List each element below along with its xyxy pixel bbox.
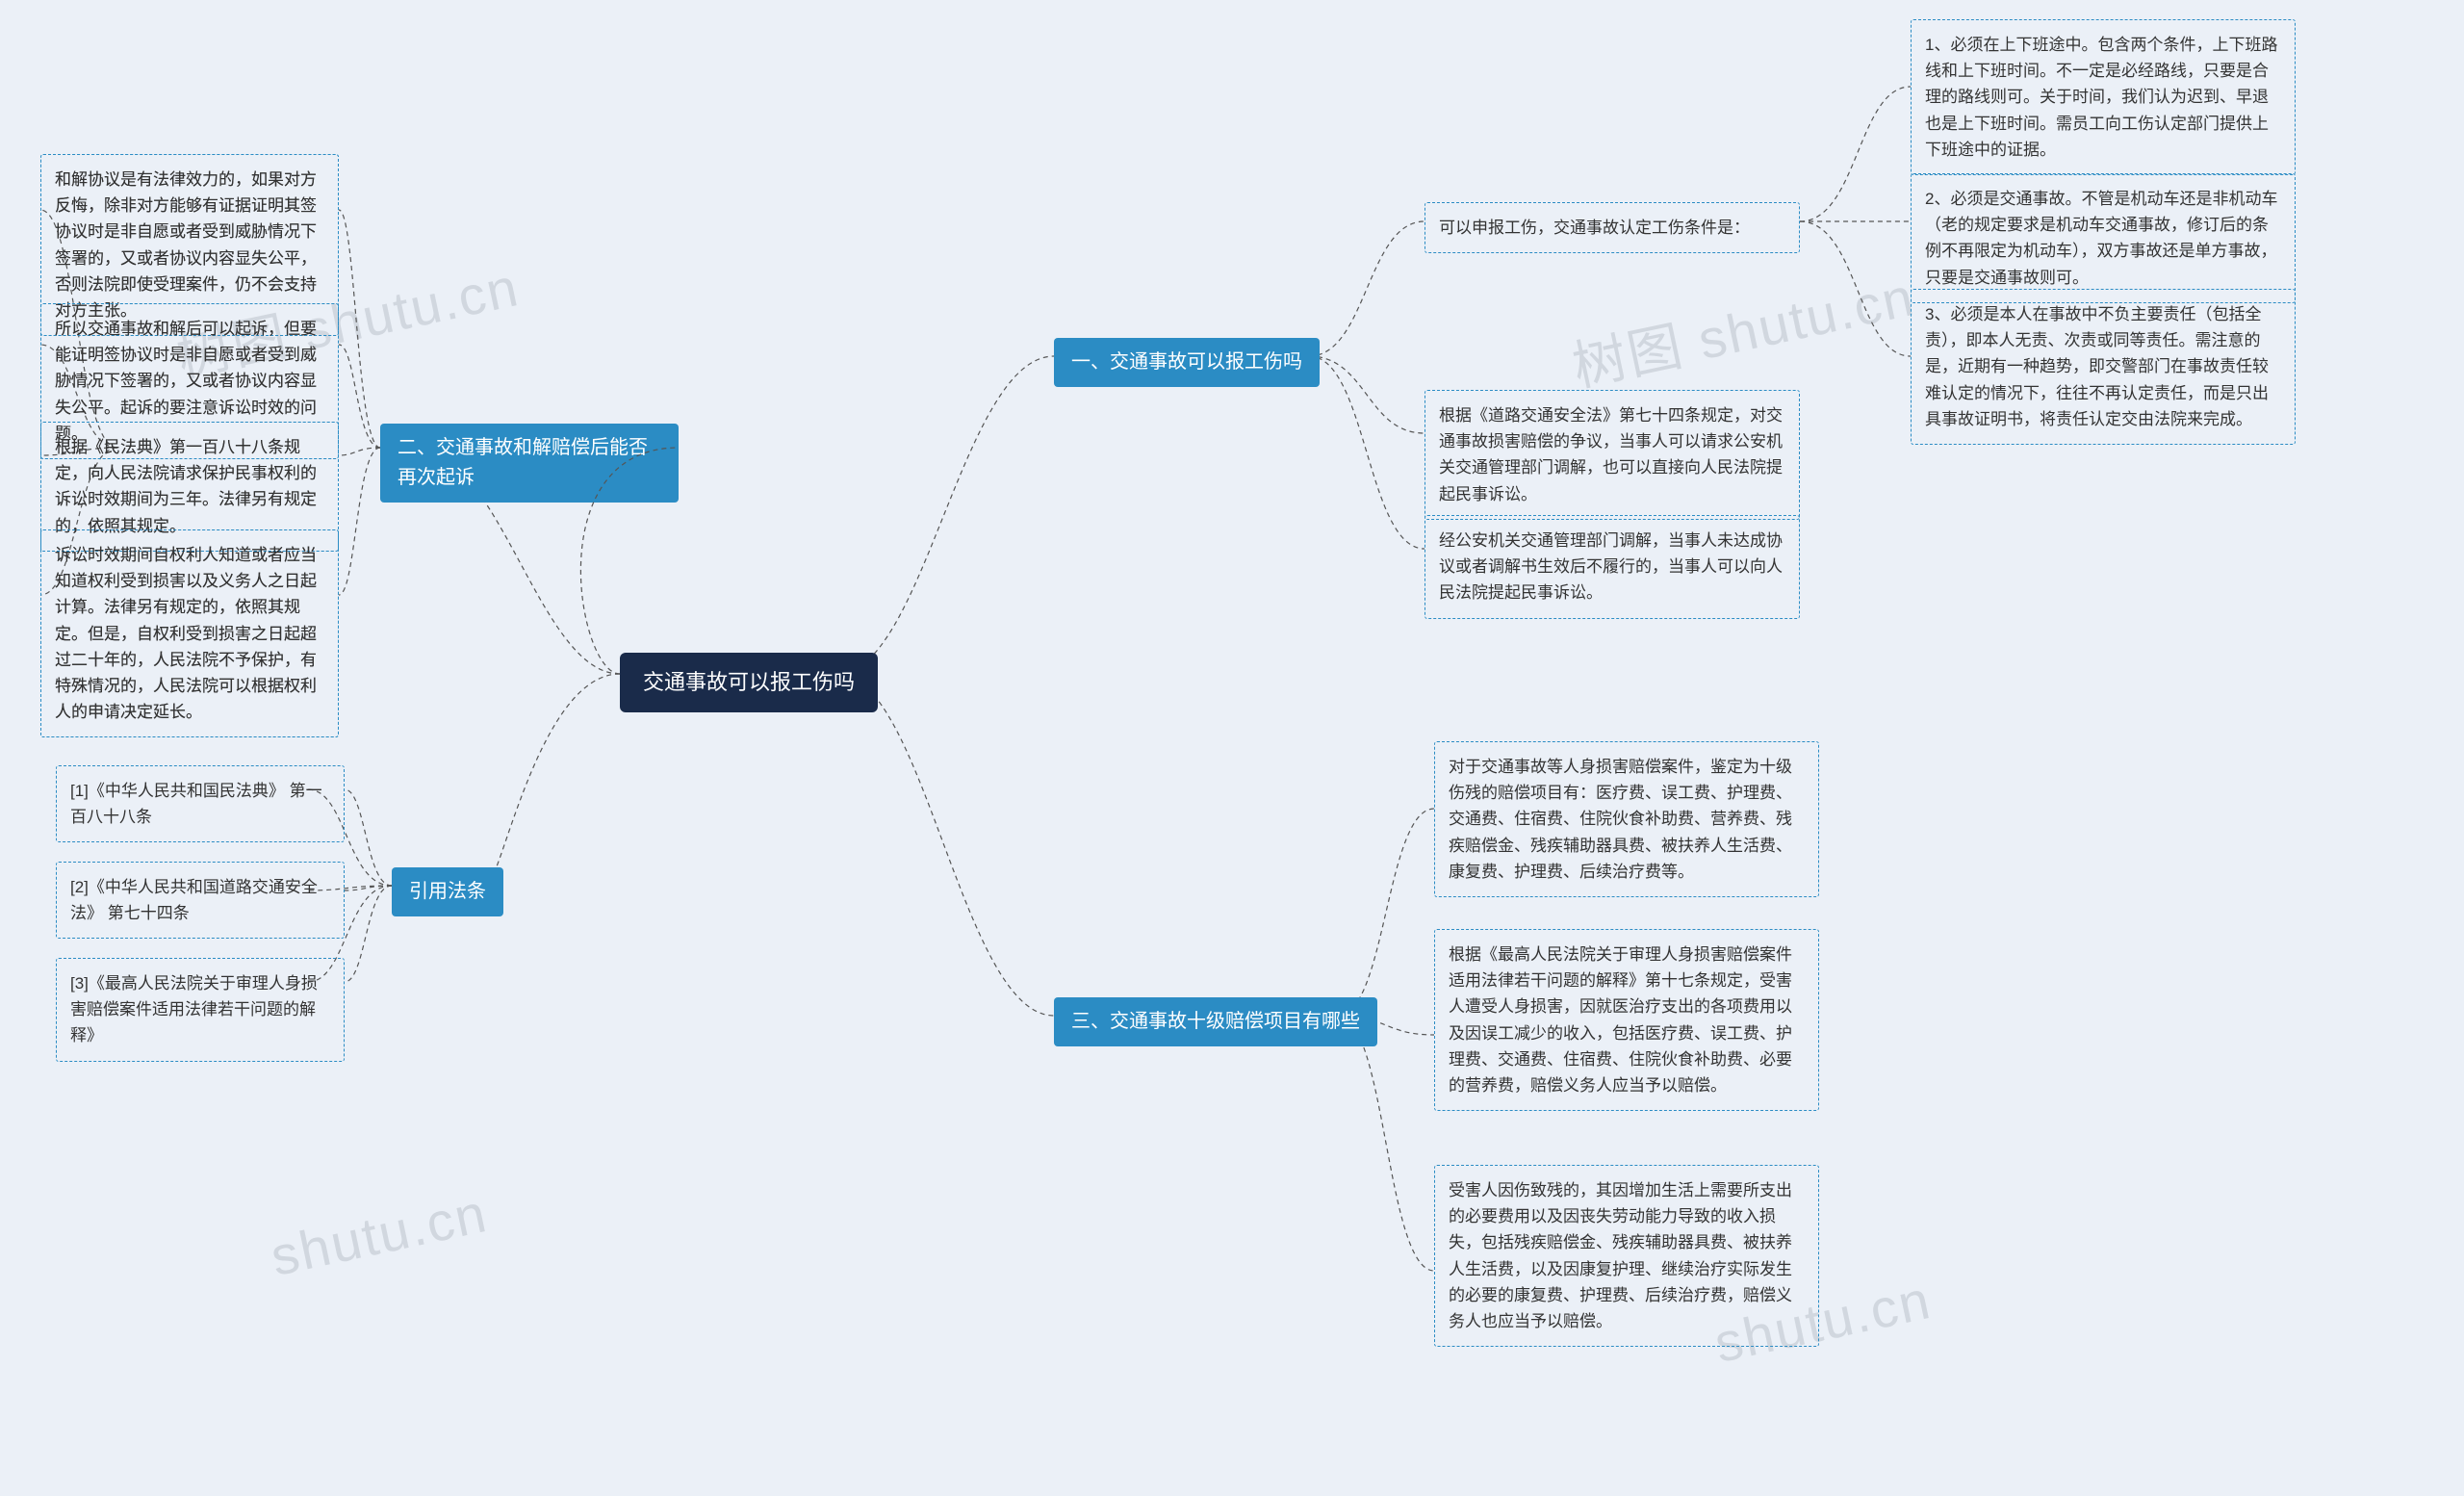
leaf-b4-c2: [2]《中华人民共和国道路交通安全法》 第七十四条	[56, 862, 345, 939]
leaf-b1-c1-2: 2、必须是交通事故。不管是机动车还是非机动车（老的规定要求是机动车交通事故，修订…	[1911, 173, 2296, 303]
watermark: 树图 shutu.cn	[1565, 253, 1921, 401]
center-node[interactable]: 交通事故可以报工伤吗	[620, 653, 878, 712]
watermark: shutu.cn	[266, 1181, 493, 1288]
leaf-b3-c1: 对于交通事故等人身损害赔偿案件，鉴定为十级伤残的赔偿项目有：医疗费、误工费、护理…	[1434, 741, 1819, 897]
leaf-b1-c2: 根据《道路交通安全法》第七十四条规定，对交通事故损害赔偿的争议，当事人可以请求公…	[1424, 390, 1800, 520]
leaf-b2-c4: 诉讼时效期间自权利人知道或者应当知道权利受到损害以及义务人之日起计算。法律另有规…	[40, 529, 339, 737]
branch-node-3[interactable]: 三、交通事故十级赔偿项目有哪些	[1054, 997, 1377, 1046]
leaf-b1-c1-1: 1、必须在上下班途中。包含两个条件，上下班路线和上下班时间。不一定是必经路线，只…	[1911, 19, 2296, 175]
branch-node-2[interactable]: 二、交通事故和解赔偿后能否再次起诉	[380, 424, 679, 503]
branch-node-4[interactable]: 引用法条	[392, 867, 503, 916]
leaf-b3-c3: 受害人因伤致残的，其因增加生活上需要所支出的必要费用以及因丧失劳动能力导致的收入…	[1434, 1165, 1819, 1347]
branch-node-1[interactable]: 一、交通事故可以报工伤吗	[1054, 338, 1320, 387]
leaf-b4-c1: [1]《中华人民共和国民法典》 第一百八十八条	[56, 765, 345, 842]
leaf-b1-c3: 经公安机关交通管理部门调解，当事人未达成协议或者调解书生效后不履行的，当事人可以…	[1424, 515, 1800, 619]
leaf-b3-c2: 根据《最高人民法院关于审理人身损害赔偿案件适用法律若干问题的解释》第十七条规定，…	[1434, 929, 1819, 1111]
leaf-b1-c1-3: 3、必须是本人在事故中不负主要责任（包括全责），即本人无责、次责或同等责任。需注…	[1911, 289, 2296, 445]
leaf-b1-c1: 可以申报工伤，交通事故认定工伤条件是：	[1424, 202, 1800, 253]
leaf-b4-c3: [3]《最高人民法院关于审理人身损害赔偿案件适用法律若干问题的解释》	[56, 958, 345, 1062]
